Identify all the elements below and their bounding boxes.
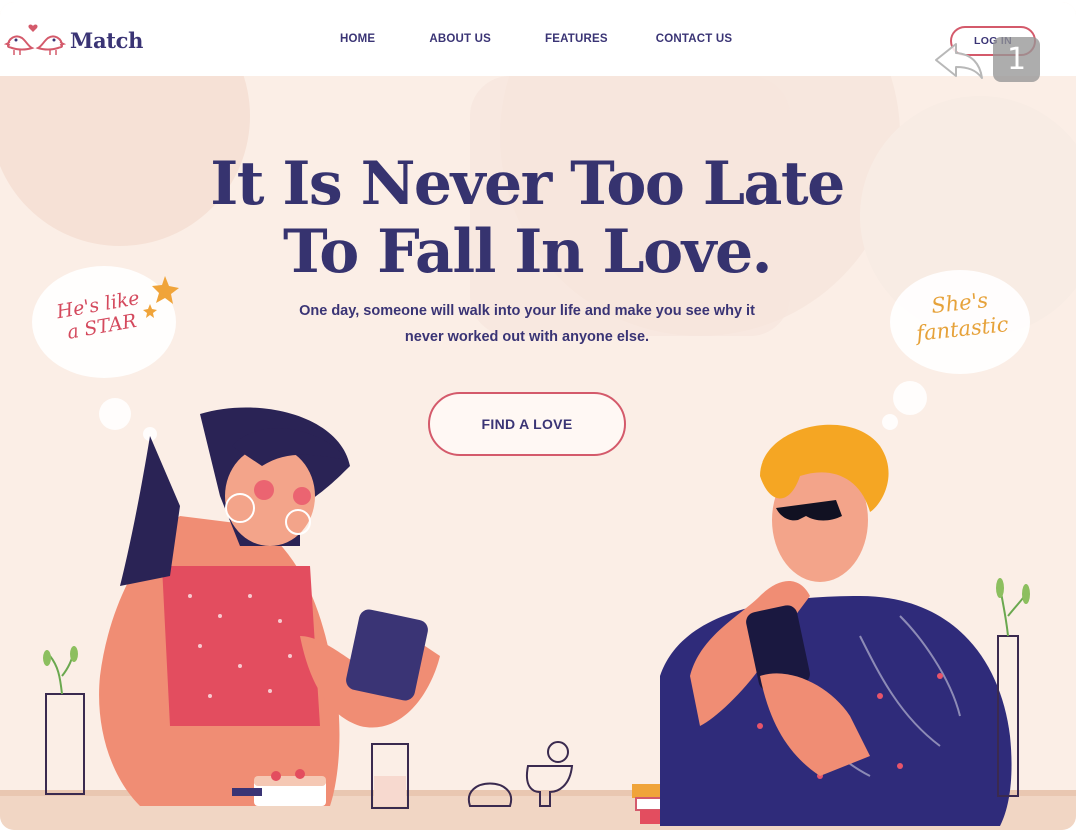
lovebirds-icon [4, 24, 66, 55]
brand-name: Match [70, 27, 144, 53]
hero-subtitle-line1: One day, someone will walk into your lif… [299, 303, 755, 319]
hero-subtitle: One day, someone will walk into your lif… [262, 298, 792, 350]
back-arrow-icon[interactable] [932, 40, 984, 80]
nav-about-us[interactable]: ABOUT US [429, 33, 491, 45]
top-navbar: Match HOME ABOUT US FEATURES CONTACT US … [0, 2, 1076, 82]
app-window: Match HOME ABOUT US FEATURES CONTACT US … [0, 2, 1076, 830]
nav-features[interactable]: FEATURES [545, 33, 608, 45]
hero-title-line1: It Is Never Too Late [210, 149, 845, 219]
nav-home[interactable]: HOME [340, 33, 375, 45]
nav-contact-us[interactable]: CONTACT US [656, 33, 733, 45]
hero-subtitle-line2: never worked out with anyone else. [404, 329, 650, 345]
brand-logo[interactable]: Match [4, 22, 143, 58]
hero-section: He's like a STAR She's fantastic It Is N… [0, 76, 1076, 830]
hero-title-line2: To Fall In Love. [282, 217, 773, 287]
main-nav: HOME ABOUT US FEATURES CONTACT US [340, 33, 732, 45]
hero-title: It Is Never Too Late To Fall In Love. [0, 150, 1054, 286]
find-a-love-button[interactable]: FIND A LOVE [428, 392, 626, 456]
